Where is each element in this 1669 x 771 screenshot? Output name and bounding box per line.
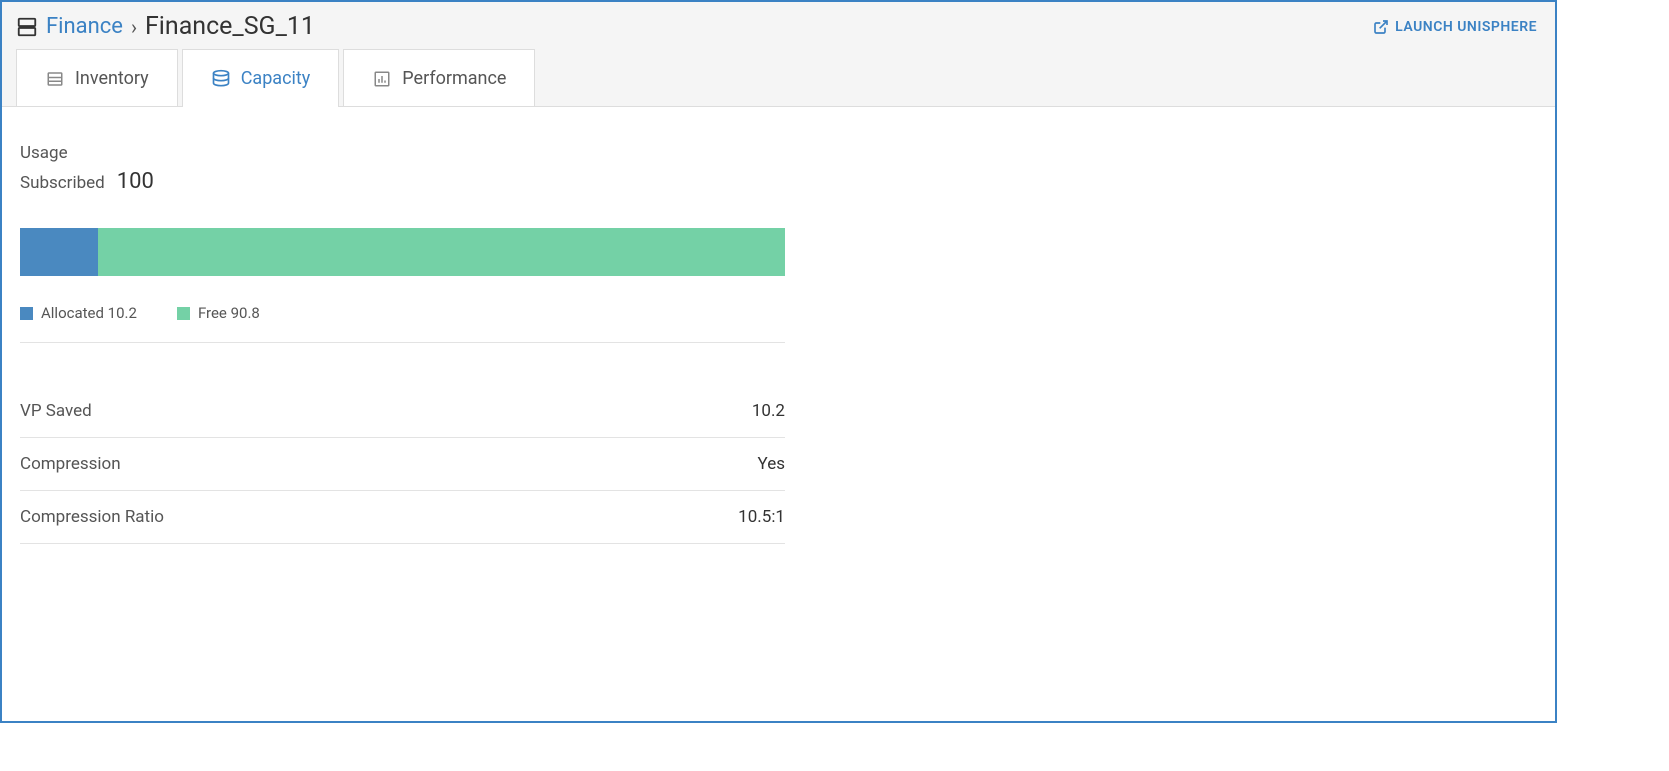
launch-icon bbox=[1373, 19, 1389, 35]
tab-capacity-label: Capacity bbox=[241, 68, 311, 89]
subscribed-value: 100 bbox=[117, 169, 154, 194]
stat-vp-saved: VP Saved 10.2 bbox=[20, 385, 785, 438]
tab-bar: Inventory Capacity Performa bbox=[2, 49, 1555, 107]
capacity-panel: Usage Subscribed 100 Allocated 10.2 Free… bbox=[20, 143, 785, 544]
storage-group-icon bbox=[16, 16, 38, 38]
tab-inventory-label: Inventory bbox=[75, 68, 149, 89]
launch-unisphere-button[interactable]: LAUNCH UNISPHERE bbox=[1373, 19, 1537, 35]
stat-compression-ratio-label: Compression Ratio bbox=[20, 507, 164, 527]
stat-vp-saved-value: 10.2 bbox=[752, 401, 785, 421]
breadcrumb-parent-link[interactable]: Finance bbox=[46, 14, 123, 39]
stat-compression-ratio: Compression Ratio 10.5:1 bbox=[20, 491, 785, 544]
usage-bar-free bbox=[98, 228, 785, 276]
tab-capacity[interactable]: Capacity bbox=[182, 49, 340, 107]
usage-bar-allocated bbox=[20, 228, 98, 276]
usage-legend: Allocated 10.2 Free 90.8 bbox=[20, 304, 785, 343]
stat-compression-ratio-value: 10.5:1 bbox=[738, 507, 785, 527]
tab-performance[interactable]: Performance bbox=[343, 49, 535, 107]
legend-swatch-free bbox=[177, 307, 190, 320]
barchart-icon bbox=[372, 69, 392, 89]
tab-performance-label: Performance bbox=[402, 68, 506, 89]
list-icon bbox=[45, 69, 65, 89]
legend-allocated: Allocated 10.2 bbox=[20, 304, 137, 322]
header: Finance › Finance_SG_11 LAUNCH UNISPHERE bbox=[2, 2, 1555, 49]
stat-compression: Compression Yes bbox=[20, 438, 785, 491]
page-title: Finance_SG_11 bbox=[145, 12, 315, 41]
launch-label: LAUNCH UNISPHERE bbox=[1395, 19, 1537, 35]
legend-free-label: Free 90.8 bbox=[198, 304, 260, 322]
subscribed-label: Subscribed bbox=[20, 173, 105, 193]
legend-swatch-allocated bbox=[20, 307, 33, 320]
usage-heading: Usage bbox=[20, 143, 785, 163]
database-icon bbox=[211, 69, 231, 89]
breadcrumb: Finance › Finance_SG_11 bbox=[16, 12, 315, 41]
legend-free: Free 90.8 bbox=[177, 304, 260, 322]
app-window: Finance › Finance_SG_11 LAUNCH UNISPHERE bbox=[0, 0, 1557, 723]
tab-inventory[interactable]: Inventory bbox=[16, 49, 178, 107]
breadcrumb-separator: › bbox=[131, 15, 137, 39]
legend-allocated-label: Allocated 10.2 bbox=[41, 304, 137, 322]
subscribed-row: Subscribed 100 bbox=[20, 169, 785, 194]
stat-compression-label: Compression bbox=[20, 454, 121, 474]
stat-compression-value: Yes bbox=[758, 454, 785, 474]
content-panel: Usage Subscribed 100 Allocated 10.2 Free… bbox=[2, 106, 1555, 721]
stat-vp-saved-label: VP Saved bbox=[20, 401, 92, 421]
usage-bar-chart bbox=[20, 228, 785, 276]
